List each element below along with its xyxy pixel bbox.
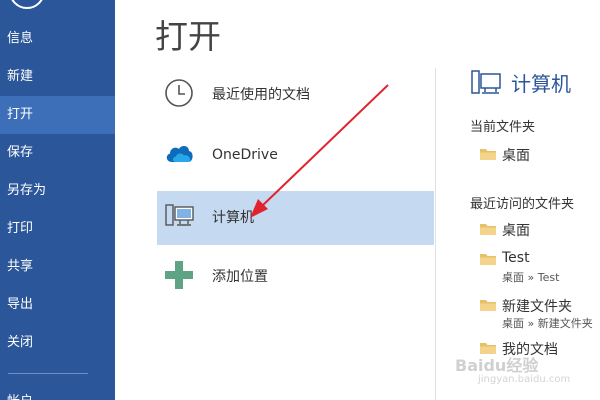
location-recent-documents[interactable]: 最近使用的文档 <box>157 68 434 122</box>
location-label: 最近使用的文档 <box>212 87 310 103</box>
folder-name: 桌面 <box>502 223 530 239</box>
back-arrow-icon[interactable] <box>9 0 45 9</box>
folder-name: Test <box>502 250 530 266</box>
watermark: Baidu经验 <box>455 356 539 375</box>
location-onedrive[interactable]: OneDrive <box>157 128 434 182</box>
cloud-icon <box>166 146 193 162</box>
panel-title: 计算机 <box>511 72 571 96</box>
folder-icon <box>480 300 496 311</box>
current-folder-heading: 当前文件夹 <box>470 120 536 135</box>
location-add-place[interactable]: 添加位置 <box>157 250 434 304</box>
page-title: 打开 <box>155 17 221 56</box>
clock-icon <box>165 79 193 107</box>
backstage-sidebar: 信息 新建 打开 保存 另存为 打印 共享 导出 关闭 帐户 <box>0 0 115 400</box>
location-label: 计算机 <box>212 210 254 226</box>
plus-icon <box>165 261 193 289</box>
location-label: 添加位置 <box>212 269 268 285</box>
recent-folders-heading: 最近访问的文件夹 <box>470 197 575 212</box>
nav-item-share[interactable]: 共享 <box>0 248 115 286</box>
nav-item-save[interactable]: 保存 <box>0 134 115 172</box>
nav-item-account[interactable]: 帐户 <box>7 390 33 400</box>
nav-item-print[interactable]: 打印 <box>0 210 115 248</box>
nav-item-new[interactable]: 新建 <box>0 58 115 96</box>
folder-path: 桌面 » 新建文件夹 <box>502 317 593 330</box>
location-label: OneDrive <box>212 147 278 163</box>
watermark-url: jingyan.baidu.com <box>478 374 571 385</box>
folder-path: 桌面 » Test <box>502 271 560 284</box>
computer-icon <box>165 204 194 226</box>
folder-icon <box>480 254 496 265</box>
folder-icon <box>480 149 496 160</box>
nav-item-export[interactable]: 导出 <box>0 286 115 324</box>
panel-divider <box>435 68 436 400</box>
location-computer[interactable]: 计算机 <box>157 191 434 245</box>
nav-item-info[interactable]: 信息 <box>0 20 115 58</box>
nav-item-close[interactable]: 关闭 <box>0 324 115 362</box>
computer-icon <box>471 70 501 94</box>
nav-item-open[interactable]: 打开 <box>0 96 115 134</box>
folder-icon <box>480 224 496 235</box>
nav-item-save-as[interactable]: 另存为 <box>0 172 115 210</box>
nav-divider <box>8 373 88 374</box>
folder-name: 桌面 <box>502 148 530 164</box>
folder-name: 新建文件夹 <box>502 299 572 315</box>
